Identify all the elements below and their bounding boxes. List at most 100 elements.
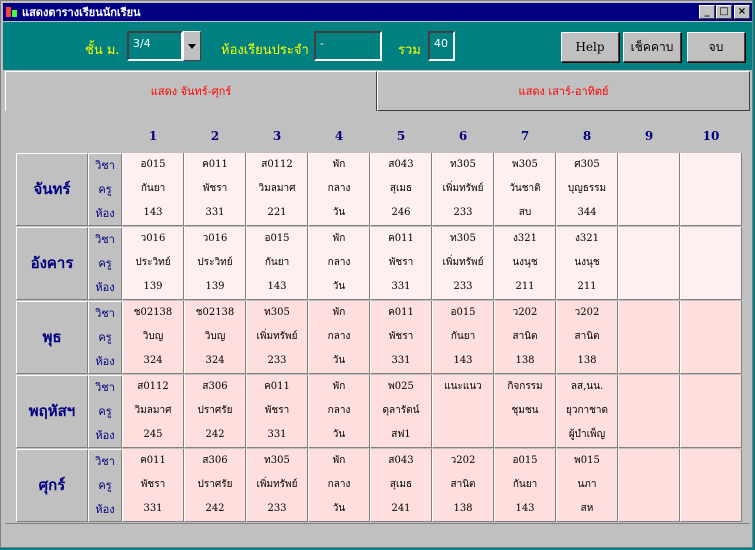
schedule-cell[interactable]: พ025 ดุลารัตน์ สฟ1 xyxy=(370,375,432,448)
cell-room: 242 xyxy=(205,429,225,440)
cell-subject: ง321 xyxy=(513,233,537,244)
schedule-cell[interactable]: ท305 เพิ่มทรัพย์ 233 xyxy=(246,449,308,522)
schedule-cell[interactable]: พัก กลาง วัน xyxy=(308,449,370,522)
schedule-cell[interactable]: ส043 สุเมธ 246 xyxy=(370,153,432,226)
schedule-cell[interactable] xyxy=(680,301,742,374)
cell-teacher: สุเมธ xyxy=(389,183,413,194)
schedule-cell[interactable]: ค011 พัชรา 331 xyxy=(246,375,308,448)
cell-subject: ท305 xyxy=(450,159,476,170)
cell-subject: ช02138 xyxy=(195,307,235,318)
schedule-cell[interactable]: ส0112 วิมลมาศ 245 xyxy=(122,375,184,448)
cell-teacher: กันยา xyxy=(264,257,290,268)
cell-teacher: วันชาติ xyxy=(509,183,541,194)
cell-subject: ส306 xyxy=(202,455,228,466)
cell-room: สบ xyxy=(518,207,532,218)
schedule-cell[interactable]: ค011 พัชรา 331 xyxy=(370,227,432,300)
cell-room: 211 xyxy=(515,281,535,292)
schedule-cell[interactable]: ง321 นงนุช 211 xyxy=(556,227,618,300)
chevron-down-icon[interactable] xyxy=(183,31,201,61)
schedule-cell[interactable]: ว016 ประวิทย์ 139 xyxy=(122,227,184,300)
cell-teacher xyxy=(433,399,493,423)
schedule-cell[interactable] xyxy=(618,153,680,226)
schedule-cell[interactable]: กิจกรรม ชุมชน xyxy=(494,375,556,448)
schedule-cell[interactable]: ท305 เพิ่มทรัพย์ 233 xyxy=(432,153,494,226)
schedule-cell[interactable]: ศ305 บุญธรรม 344 xyxy=(556,153,618,226)
schedule-cell[interactable]: พ305 วันชาติสบ xyxy=(494,153,556,226)
exit-button[interactable]: จบ xyxy=(687,32,745,62)
cell-subject: อ015 xyxy=(512,455,538,466)
row-label: วิชา xyxy=(95,307,115,320)
class-label: ชั้น ม. xyxy=(85,43,120,58)
period-header: 6 xyxy=(458,129,468,143)
close-icon[interactable]: × xyxy=(734,5,750,19)
schedule-cell[interactable]: พ015 นภา สห xyxy=(556,449,618,522)
minimize-icon[interactable]: _ xyxy=(699,5,715,19)
schedule-cell[interactable] xyxy=(680,449,742,522)
maximize-icon[interactable]: □ xyxy=(716,5,732,19)
cell-subject: ลส,นน. xyxy=(570,381,604,392)
tab-weekdays[interactable]: แสดง จันทร์-ศุกร์ xyxy=(5,71,377,111)
schedule-cell[interactable]: อ015 กันยา 143 xyxy=(122,153,184,226)
help-button[interactable]: Help xyxy=(561,32,619,62)
cell-subject: ว202 xyxy=(450,455,476,466)
cell-teacher: กลาง xyxy=(327,405,351,416)
cell-room: 138 xyxy=(515,355,535,366)
tab-weekend[interactable]: แสดง เสาร์-อาทิตย์ xyxy=(377,71,750,111)
schedule-cell[interactable]: ส0112 วิมลมาศ 221 xyxy=(246,153,308,226)
cell-room: 233 xyxy=(267,355,287,366)
schedule-cell[interactable]: ว202 สานิต 138 xyxy=(432,449,494,522)
schedule-cell[interactable] xyxy=(680,375,742,448)
schedule-cell[interactable]: พัก กลาง วัน xyxy=(308,227,370,300)
cell-room: 143 xyxy=(267,281,287,292)
schedule-cell[interactable]: ส306 ปราศรัย 242 xyxy=(184,375,246,448)
cell-subject: พ305 xyxy=(512,159,538,170)
schedule-cell[interactable] xyxy=(680,153,742,226)
schedule-cell[interactable]: พัก กลาง วัน xyxy=(308,375,370,448)
cell-teacher: นงนุช xyxy=(512,257,538,268)
tab-strip: แสดง จันทร์-ศุกร์ แสดง เสาร์-อาทิตย์ xyxy=(5,71,750,111)
row-label: ครู xyxy=(98,257,112,270)
schedule-cell[interactable]: ง321 นงนุช 211 xyxy=(494,227,556,300)
class-select[interactable]: 3/4 xyxy=(127,31,183,61)
schedule-cell[interactable]: ช02138 วิบญ 324 xyxy=(184,301,246,374)
cell-room xyxy=(495,423,555,447)
cell-subject: พัก xyxy=(332,381,346,392)
cell-subject xyxy=(619,449,679,473)
schedule-cell[interactable] xyxy=(618,227,680,300)
schedule-cell[interactable]: ส043 สุเมธ 241 xyxy=(370,449,432,522)
schedule-cell[interactable]: แนะแนว xyxy=(432,375,494,448)
schedule-cell[interactable]: ค011 พัชรา 331 xyxy=(122,449,184,522)
schedule-cell[interactable]: พัก กลาง วัน xyxy=(308,301,370,374)
period-header: 3 xyxy=(272,129,282,143)
schedule-cell[interactable]: ช02138 วิบญ 324 xyxy=(122,301,184,374)
schedule-cell[interactable]: อ015 กันยา 143 xyxy=(246,227,308,300)
schedule-cell[interactable] xyxy=(618,301,680,374)
row-label: ครู xyxy=(98,479,112,492)
schedule-cell[interactable]: ค011 พัชรา 331 xyxy=(370,301,432,374)
schedule-cell[interactable]: อ015 กันยา 143 xyxy=(432,301,494,374)
check-period-button[interactable]: เช็คคาบ xyxy=(623,32,681,62)
cell-subject: อ015 xyxy=(450,307,476,318)
cell-subject: ส043 xyxy=(388,159,414,170)
schedule-cell[interactable]: ท305 เพิ่มทรัพย์ 233 xyxy=(246,301,308,374)
schedule-cell[interactable] xyxy=(618,449,680,522)
schedule-cell[interactable]: ลส,นน. ยุวกาชาด ผู้บำเพ็ญ xyxy=(556,375,618,448)
schedule-cell[interactable]: พัก กลาง วัน xyxy=(308,153,370,226)
schedule-cell[interactable]: ส306 ปราศรัย 242 xyxy=(184,449,246,522)
cell-subject: พัก xyxy=(332,307,346,318)
schedule-cell[interactable]: ว016 ประวิทย์ 139 xyxy=(184,227,246,300)
schedule-cell[interactable]: ท305 เพิ่มทรัพย์ 233 xyxy=(432,227,494,300)
schedule-cell[interactable] xyxy=(618,375,680,448)
period-header: 7 xyxy=(520,129,530,143)
homeroom-field[interactable]: - xyxy=(314,31,382,61)
schedule-cell[interactable]: อ015 กันยา 143 xyxy=(494,449,556,522)
cell-room xyxy=(619,497,679,521)
cell-teacher xyxy=(619,473,679,497)
cell-room: 143 xyxy=(143,207,163,218)
cell-teacher: พัชรา xyxy=(388,257,414,268)
schedule-cell[interactable] xyxy=(680,227,742,300)
schedule-cell[interactable]: ว202 สานิต 138 xyxy=(556,301,618,374)
schedule-cell[interactable]: ค011 พัชรา 331 xyxy=(184,153,246,226)
cell-room xyxy=(681,275,741,299)
schedule-cell[interactable]: ว202 สานิต 138 xyxy=(494,301,556,374)
